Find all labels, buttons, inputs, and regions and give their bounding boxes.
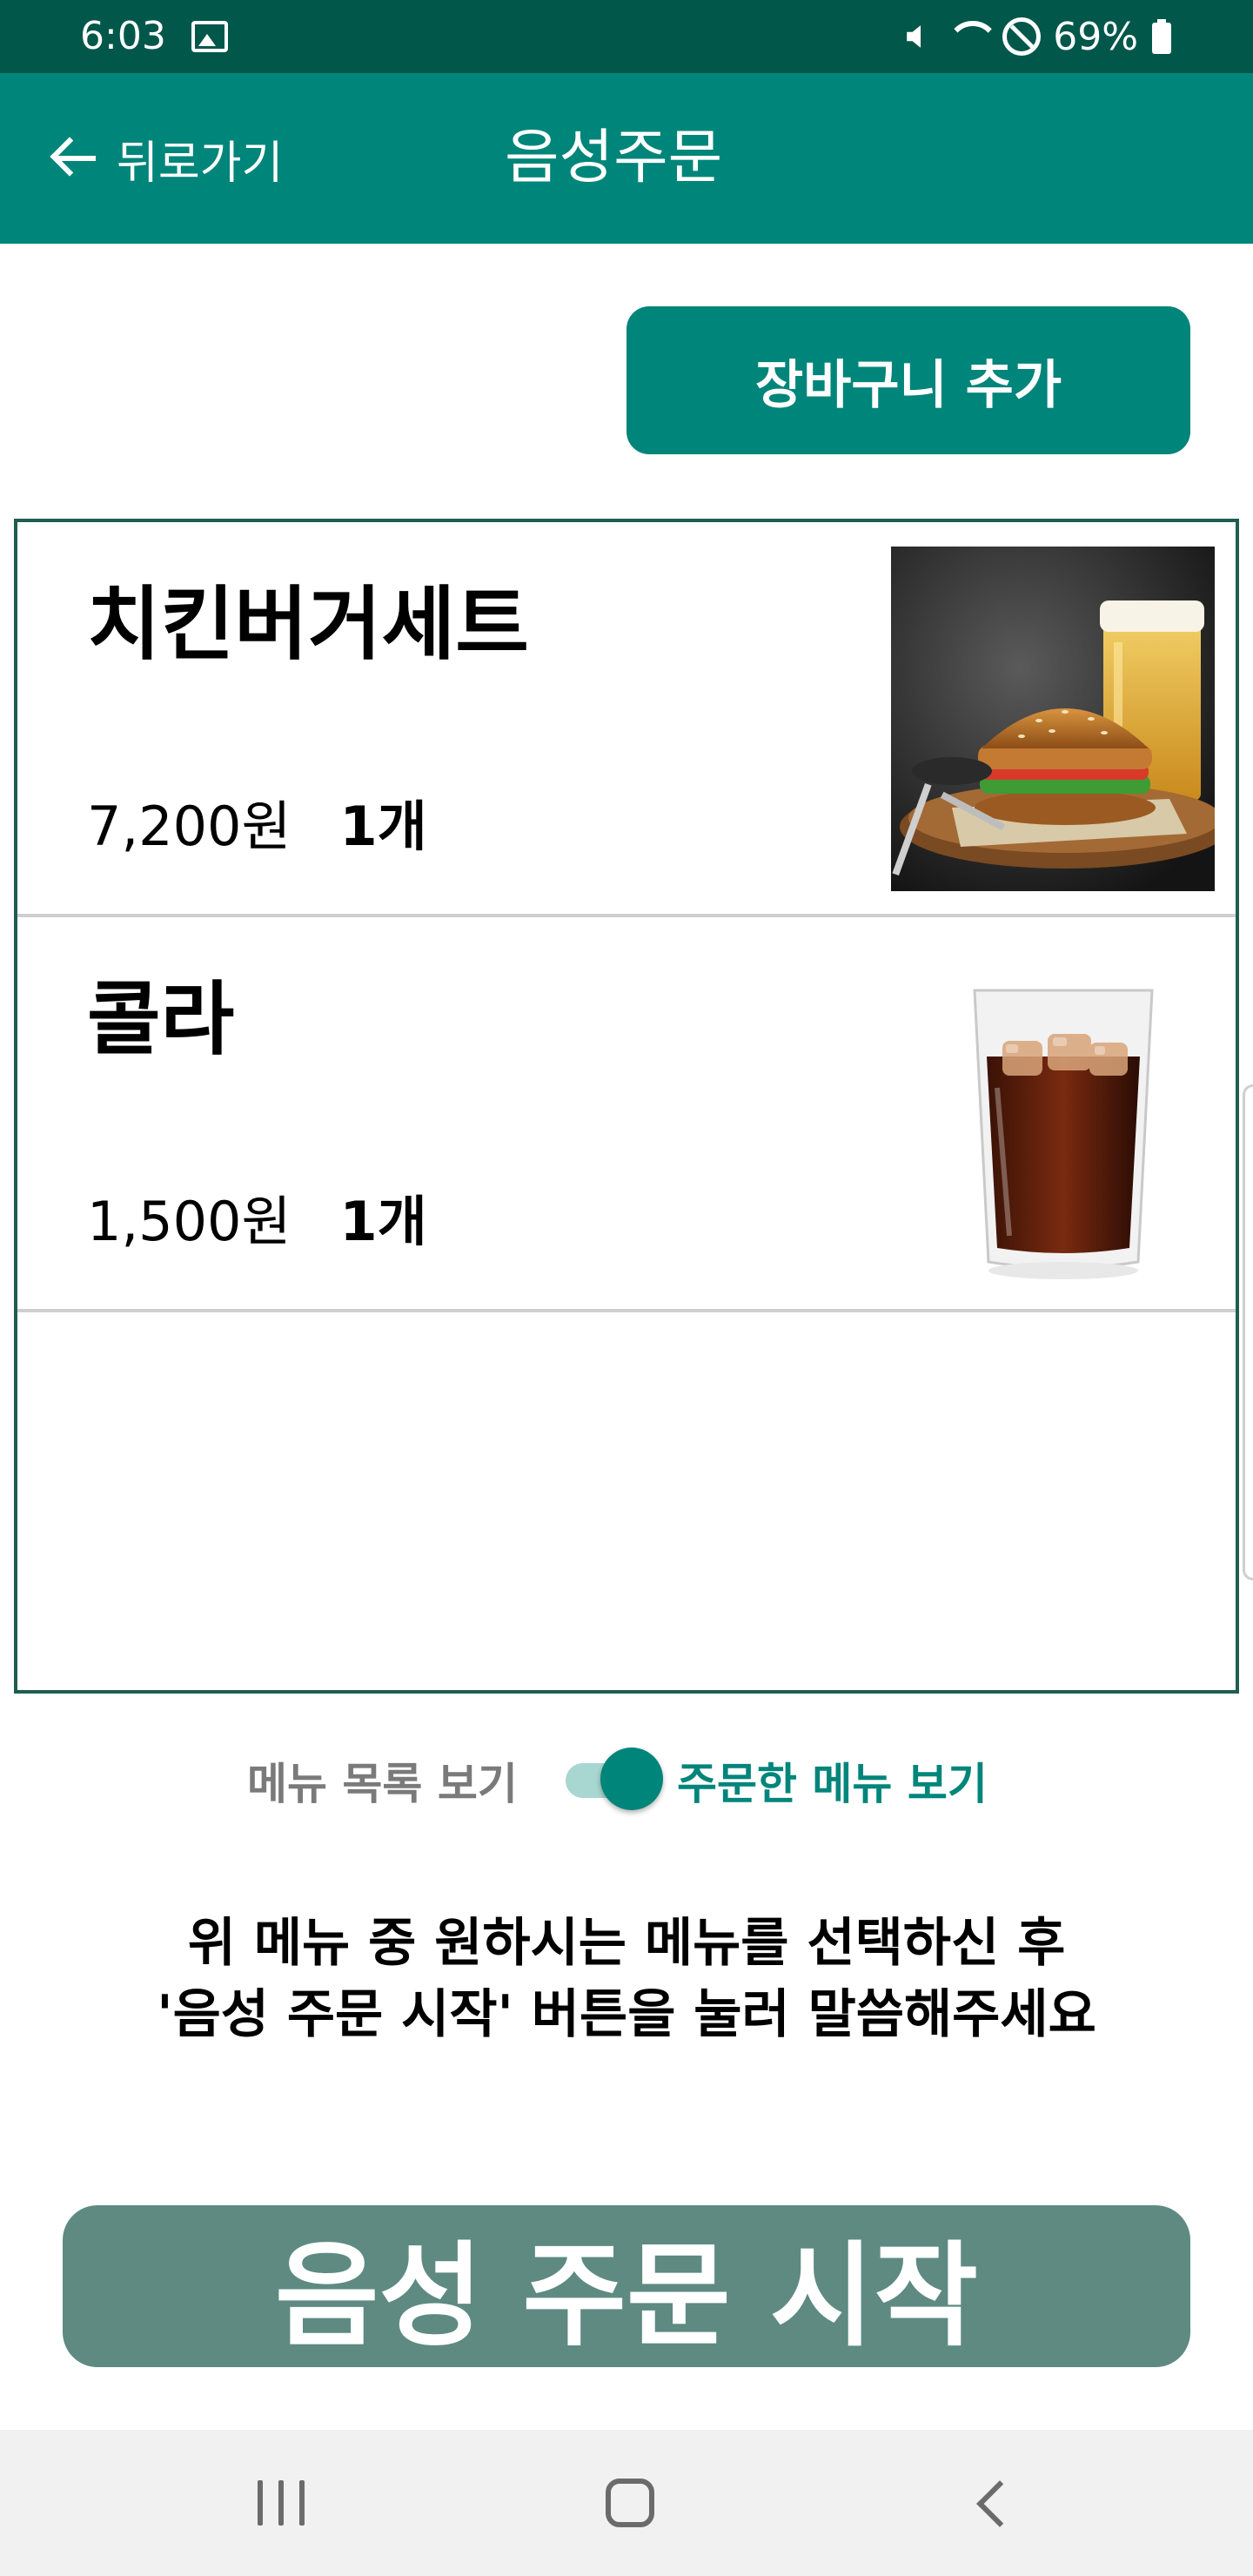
view-mode-switch[interactable] [562,1744,668,1810]
instruction-line-2: '음성 주문 시작' 버튼을 눌러 말씀해주세요 [157,1984,1096,2045]
mute-icon [895,17,933,56]
instruction-line-1: 위 메뉴 중 원하시는 메뉴를 선택하신 후 [187,1913,1066,1974]
item-price-row: 1,500원 1개 [87,1187,427,1257]
menu-list-view-label[interactable]: 메뉴 목록 보기 [247,1749,518,1812]
instruction-text: 위 메뉴 중 원하시는 메뉴를 선택하신 후 '음성 주문 시작' 버튼을 눌러… [0,1908,1253,2050]
item-price: 1,500원 [87,1190,291,1253]
item-price: 7,200원 [87,795,291,858]
system-nav-bar [0,2430,1253,2576]
home-icon[interactable] [606,2479,654,2527]
item-name: 콜라 [87,973,235,1066]
ordered-menu-list: 치킨버거세트 7,200원 1개 콜라 1,500원 1개 [14,519,1239,1694]
start-voice-order-button[interactable]: 음성 주문 시작 [63,2205,1190,2367]
gallery-icon [191,21,228,52]
status-time: 6:03 [80,14,166,58]
back-chevron-icon[interactable] [971,2484,1011,2524]
recents-icon[interactable] [258,2480,305,2526]
item-price-row: 7,200원 1개 [87,792,427,862]
list-item[interactable]: 치킨버거세트 7,200원 1개 [17,522,1236,917]
add-to-cart-button[interactable]: 장바구니 추가 [626,306,1190,454]
cola-glass-photo [973,989,1154,1279]
view-toggle-row: 메뉴 목록 보기 주문한 메뉴 보기 [0,1741,1253,1814]
status-icons: 69% [895,10,1173,63]
item-quantity: 1개 [339,795,427,858]
item-name: 치킨버거세트 [87,578,529,671]
do-not-disturb-icon [1002,17,1042,56]
list-item[interactable]: 콜라 1,500원 1개 [17,917,1236,1312]
status-bar: 6:03 69% [0,0,1253,73]
back-button[interactable]: 뒤로가기 [49,120,283,197]
ordered-menu-view-label[interactable]: 주문한 메뉴 보기 [677,1749,988,1812]
back-label: 뒤로가기 [117,137,284,190]
app-bar: 뒤로가기 음성주문 [0,73,1253,244]
chicken-burger-set-photo [891,547,1215,891]
edge-panel-handle[interactable] [1243,1084,1253,1580]
battery-percent: 69% [1053,14,1138,59]
battery-icon [1150,17,1173,56]
page-title: 음성주문 [505,124,723,192]
arrow-left-icon [49,136,101,181]
switch-thumb [600,1748,663,1810]
wifi-icon [945,17,990,56]
item-quantity: 1개 [339,1190,427,1253]
